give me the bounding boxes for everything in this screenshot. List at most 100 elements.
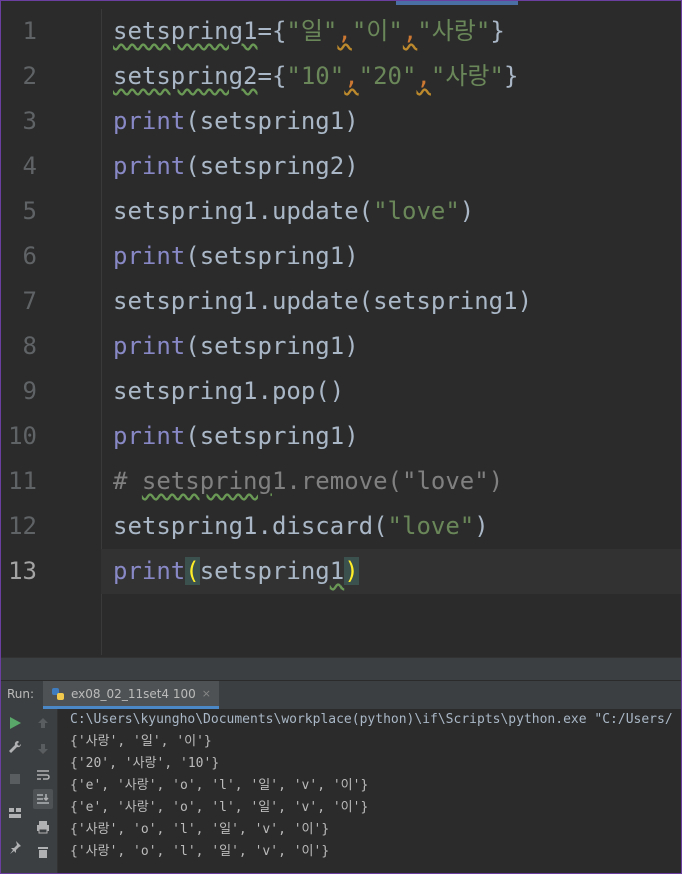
run-toolbar-secondary <box>29 709 58 873</box>
code-token: print <box>113 557 186 585</box>
panel-divider[interactable] <box>1 657 681 680</box>
code-token: setspring1.pop() <box>113 377 345 405</box>
code-token: ) <box>459 197 475 225</box>
code-token: , <box>402 17 418 45</box>
run-tab[interactable]: ex08_02_11set4 100 × <box>43 681 219 709</box>
up-arrow-icon[interactable] <box>33 713 53 733</box>
code-token: setspring <box>199 557 330 585</box>
code-token: print <box>113 152 186 180</box>
code-token: "10" <box>286 62 345 90</box>
console-command-line: C:\Users\kyungho\Documents\workplace(pyt… <box>70 712 673 727</box>
line-number: 10 <box>8 422 37 450</box>
code-line[interactable]: setspring2={"10","20","사랑"} <box>101 54 681 99</box>
code-line[interactable]: print(setspring1) <box>101 99 681 144</box>
run-console-output[interactable]: C:\Users\kyungho\Documents\workplace(pyt… <box>58 709 681 873</box>
code-token: setspring2 <box>113 62 258 90</box>
code-token: ={ <box>257 62 287 90</box>
code-line[interactable]: # setspring1.remove("love") <box>101 459 681 504</box>
line-number-gutter: 1 2 3 4 5 6 7 8 9 10 11 12 13 <box>1 9 102 655</box>
python-icon <box>52 687 64 700</box>
code-text: setspring1={"일","이","사랑"} <box>113 9 505 54</box>
code-text: setspring2={"10","20","사랑"} <box>113 54 518 99</box>
console-output-line: {'20', '사랑', '10'} <box>70 756 220 771</box>
code-token: (setspring2) <box>185 152 359 180</box>
code-text: setspring1.pop() <box>113 369 344 414</box>
code-token: "사랑" <box>430 62 504 90</box>
code-token: ) <box>344 557 359 585</box>
code-token: ( <box>185 557 200 585</box>
code-text: setspring1.update("love") <box>113 189 474 234</box>
code-token: print <box>113 422 186 450</box>
line-number: 11 <box>8 467 37 495</box>
code-text: print(setspring1) <box>113 234 359 279</box>
stop-icon[interactable] <box>5 769 25 789</box>
code-token: "love" <box>387 512 475 540</box>
code-token: } <box>490 17 505 45</box>
code-token: setspring1 <box>113 17 258 45</box>
code-token: , <box>337 17 352 45</box>
code-token: setspring <box>141 467 272 495</box>
code-token: ) <box>474 512 489 540</box>
line-number: 8 <box>22 332 37 360</box>
soft-wrap-icon[interactable] <box>33 765 53 785</box>
code-token: , <box>416 62 431 90</box>
code-text: print(setspring1) <box>113 414 359 459</box>
code-token: } <box>503 62 519 90</box>
code-token: "이" <box>351 17 403 45</box>
close-icon[interactable]: × <box>202 687 211 700</box>
console-output-line: {'e', '사랑', 'o', 'l', '일', 'v', '이'} <box>70 778 369 793</box>
code-token: setspring1.update(setspring1) <box>113 287 533 315</box>
code-token: print <box>113 242 186 270</box>
code-text: print(setspring1) <box>113 99 359 144</box>
trash-icon[interactable] <box>33 842 53 862</box>
line-number: 4 <box>22 152 37 180</box>
line-number: 1 <box>22 17 37 45</box>
line-number: 13 <box>8 557 37 585</box>
code-line[interactable]: print(setspring1) <box>101 414 681 459</box>
code-token: print <box>113 332 186 360</box>
scroll-to-end-icon[interactable] <box>33 789 53 809</box>
code-text: # setspring1.remove("love") <box>113 459 503 504</box>
line-number: 7 <box>22 287 37 315</box>
code-token: (setspring1) <box>185 107 359 135</box>
code-token: , <box>344 62 359 90</box>
code-text: print(setspring2) <box>113 144 359 189</box>
code-token: setspring1.discard( <box>113 512 388 540</box>
line-number: 3 <box>22 107 37 135</box>
code-text: setspring1.update(setspring1) <box>113 279 532 324</box>
layout-icon[interactable] <box>5 803 25 823</box>
wrench-icon[interactable] <box>5 737 25 757</box>
print-icon[interactable] <box>33 817 53 837</box>
code-line[interactable]: setspring1.update("love") <box>101 189 681 234</box>
line-number: 5 <box>22 197 37 225</box>
code-line[interactable]: print(setspring1) <box>101 234 681 279</box>
code-token: "20" <box>358 62 417 90</box>
line-number: 9 <box>22 377 37 405</box>
code-area[interactable]: setspring1={"일","이","사랑"} setspring2={"10… <box>101 9 681 655</box>
code-token: "일" <box>286 17 338 45</box>
code-token: 1.remove("love") <box>271 467 504 495</box>
code-editor[interactable]: 1 2 3 4 5 6 7 8 9 10 11 12 13 setspring1={"일","이","사… <box>1 1 681 657</box>
code-line[interactable]: print(setspring2) <box>101 144 681 189</box>
pin-icon[interactable] <box>5 837 25 857</box>
code-text: print(setspring1) <box>113 549 359 594</box>
line-number: 2 <box>22 62 37 90</box>
code-text: print(setspring1) <box>113 324 359 369</box>
code-line[interactable]: setspring1.discard("love") <box>101 504 681 549</box>
line-number: 12 <box>8 512 37 540</box>
run-tab-label: ex08_02_11set4 100 <box>71 686 196 701</box>
code-line[interactable]: setspring1.pop() <box>101 369 681 414</box>
code-line[interactable]: setspring1={"일","이","사랑"} <box>101 9 681 54</box>
console-output-line: {'e', '사랑', 'o', 'l', '일', 'v', '이'} <box>70 800 369 815</box>
code-line[interactable]: print(setspring1) <box>101 324 681 369</box>
code-token: (setspring1) <box>185 422 359 450</box>
console-output-line: {'사랑', '일', '이'} <box>70 734 212 749</box>
down-arrow-icon[interactable] <box>33 739 53 759</box>
code-token: 1 <box>329 557 345 585</box>
run-label: Run: <box>7 687 35 701</box>
code-token: print <box>113 107 186 135</box>
run-icon[interactable] <box>5 713 25 733</box>
code-line[interactable]: print(setspring1) <box>101 549 681 594</box>
code-line[interactable]: setspring1.update(setspring1) <box>101 279 681 324</box>
code-token: # <box>113 467 142 495</box>
